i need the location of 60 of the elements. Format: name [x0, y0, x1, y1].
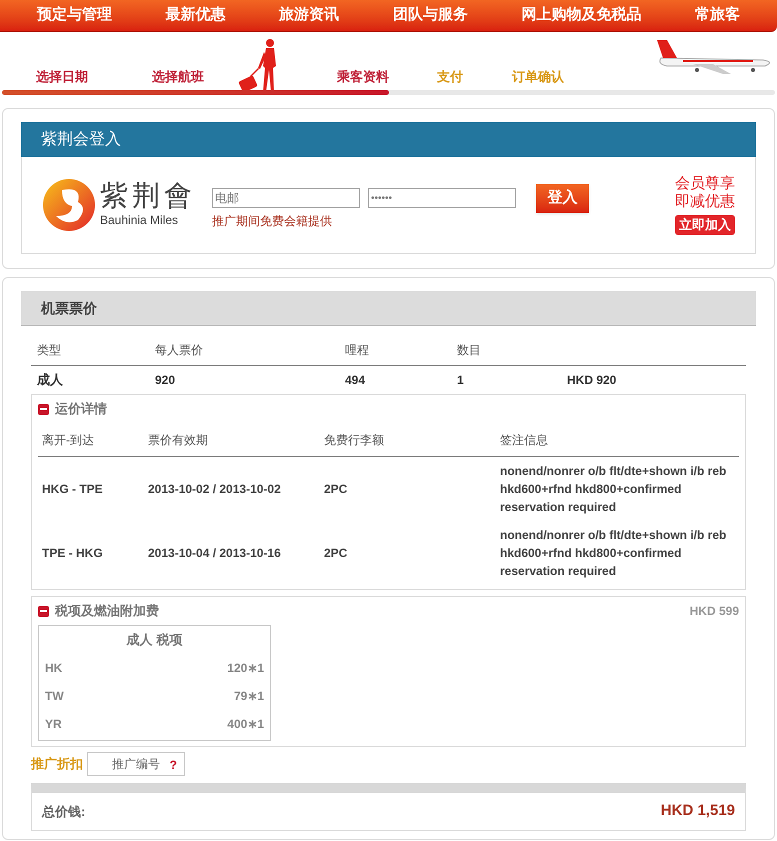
total-label: 总价钱:	[42, 802, 86, 821]
nav-link[interactable]: 旅游资讯	[279, 4, 340, 27]
total-amount: HKD 1,519	[660, 801, 735, 822]
table-cell-text: nonend/nonrer o/b flt/dte+shown i/b reb hkd600+rfnd hkd800+confirmed reservation required	[500, 463, 728, 516]
collapse-icon[interactable]	[38, 606, 49, 616]
section-title: 运价详情	[55, 400, 107, 418]
column-header: 签注信息	[500, 432, 549, 448]
fare-title: 机票票价	[41, 298, 97, 318]
column-header: 哩程	[345, 342, 370, 359]
checkout-step: 选择日期	[36, 66, 152, 86]
column-header: 每人票价	[155, 342, 204, 359]
tax-code: TW	[45, 688, 64, 705]
table-cell-text: 2013-10-04 / 2013-10-16	[148, 545, 282, 562]
email-field[interactable]: 电邮	[212, 188, 360, 208]
logo-subtitle: Bauhinia Miles	[100, 212, 180, 229]
table-cell-text: 成人	[37, 371, 64, 390]
logo-name: 紫荆會	[100, 181, 196, 211]
section-title: 税项及燃油附加费	[55, 602, 159, 620]
join-button[interactable]: 立即加入	[675, 215, 735, 235]
login-title: 紫荆会登入	[41, 130, 121, 150]
nav-link[interactable]: 团队与服务	[392, 4, 468, 27]
password-field[interactable]: ••••••	[368, 188, 516, 208]
column-header: 类型	[37, 342, 62, 359]
checkout-step: 订单确认	[512, 66, 612, 86]
table-cell-text: 2PC	[324, 545, 348, 562]
checkout-step: 乘客资料	[337, 66, 437, 86]
column-header: 离开-到达	[42, 432, 95, 448]
membership-note: 推广期间免费会籍提供	[212, 213, 333, 230]
table-cell-text: 920	[155, 372, 176, 389]
member-promo-text: 会员尊享	[675, 175, 735, 194]
nav-link[interactable]: 最新优惠	[165, 4, 226, 27]
checkout-step: 选择航班	[152, 66, 337, 86]
tax-value: 79∗1	[234, 688, 264, 705]
table-cell-text: HKD 920	[567, 372, 616, 389]
checkout-step: 支付	[437, 66, 512, 86]
login-button[interactable]: 登入	[536, 184, 589, 212]
tax-value: 120∗1	[227, 660, 264, 677]
nav-link[interactable]: 常旅客	[695, 4, 740, 27]
tax-table-title: 成人 税项	[126, 631, 182, 650]
table-cell-text: 1	[457, 372, 465, 389]
promo-discount-label: 推广折扣	[31, 755, 83, 774]
collapse-icon[interactable]	[38, 404, 49, 414]
table-cell-text: HKG - TPE	[42, 481, 104, 498]
column-header: 数目	[457, 342, 482, 359]
table-cell-text: nonend/nonrer o/b flt/dte+shown i/b reb hkd600+rfnd hkd800+confirmed reservation required	[500, 527, 728, 580]
tax-code: YR	[45, 716, 62, 733]
table-cell-text: 494	[345, 372, 366, 389]
help-link[interactable]: ?	[170, 756, 177, 774]
nav-link[interactable]: 预定与管理	[36, 4, 112, 27]
tax-value: 400∗1	[227, 716, 264, 733]
nav-link[interactable]: 网上购物及免税品	[521, 4, 642, 27]
member-promo-text: 即减优惠	[675, 193, 735, 212]
column-header: 免费行李额	[324, 432, 385, 448]
column-header: 票价有效期	[148, 432, 209, 448]
table-cell-text: 2PC	[324, 481, 348, 498]
table-cell-text: TPE - HKG	[42, 545, 104, 562]
tax-amount: HKD 599	[690, 603, 739, 620]
table-cell-text: 2013-10-02 / 2013-10-02	[148, 481, 282, 498]
bauhinia-logo-icon	[42, 178, 96, 232]
tax-code: HK	[45, 660, 62, 677]
